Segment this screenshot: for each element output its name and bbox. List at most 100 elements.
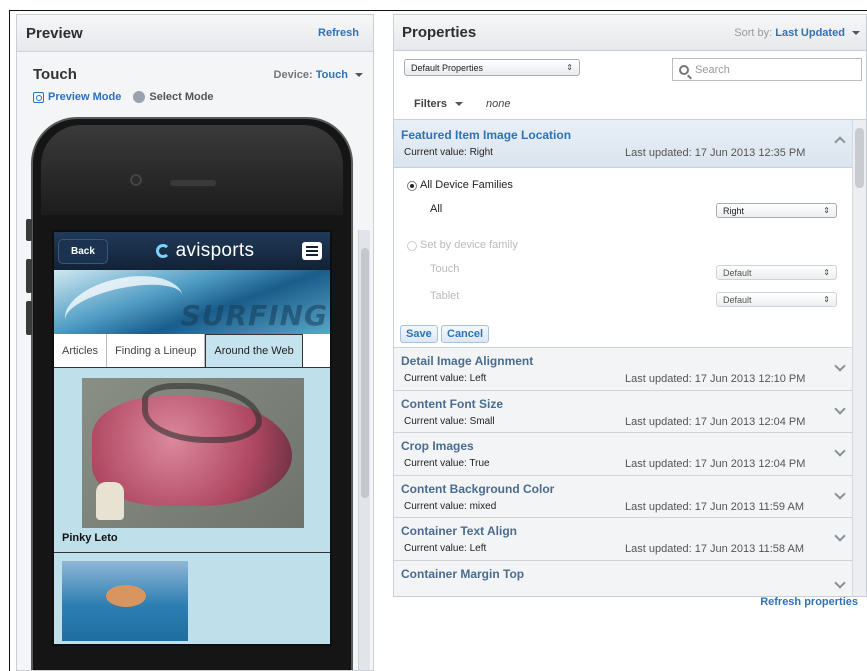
all-value-select[interactable]: Right ⇕	[716, 203, 837, 218]
property-name: Crop Images	[401, 439, 474, 453]
select-mode-icon	[133, 91, 146, 103]
all-device-families-radio[interactable]	[407, 181, 417, 191]
set-by-device-family-radio[interactable]	[407, 241, 417, 251]
tab-finding-a-lineup[interactable]: Finding a Lineup	[107, 334, 206, 367]
preview-title: Preview	[26, 24, 83, 42]
preview-mode-button[interactable]: Preview Mode	[33, 91, 121, 103]
phone-screen: Back avisports SURFING Articles Finding …	[52, 230, 332, 646]
phone-side-button	[26, 219, 32, 241]
phone-frame: Back avisports SURFING Articles Finding …	[26, 117, 353, 670]
tablet-label: Tablet	[430, 290, 460, 302]
device-label: Device:	[273, 68, 313, 81]
wave-graphic	[59, 270, 189, 334]
tablet-value-select[interactable]: Default ⇕	[716, 292, 837, 307]
divider	[54, 552, 330, 553]
property-row[interactable]: Content Background Color Current value: …	[394, 475, 852, 518]
all-value: Right	[723, 205, 745, 216]
filters-value: none	[486, 98, 511, 110]
touch-label: Touch	[430, 263, 460, 275]
properties-scroll-thumb[interactable]	[855, 128, 864, 188]
property-name: Container Text Align	[401, 524, 518, 538]
chevron-down-icon[interactable]	[834, 487, 846, 500]
property-current-value: Current value: Left	[404, 373, 487, 384]
set-by-device-family-label: Set by device family	[420, 239, 518, 251]
app-tabs: Articles Finding a Lineup Around the Web	[54, 334, 330, 368]
hero-word: SURFING	[180, 299, 328, 332]
tab-articles[interactable]: Articles	[54, 334, 108, 367]
property-last-updated: Last updated: 17 Jun 2013 12:04 PM	[625, 458, 806, 470]
search-icon	[679, 64, 689, 75]
property-name: Content Background Color	[401, 481, 555, 496]
property-last-updated: Last updated: 17 Jun 2013 12:04 PM	[625, 415, 806, 428]
back-button[interactable]: Back	[58, 238, 108, 264]
properties-scrollbar[interactable]	[852, 120, 866, 596]
refresh-link[interactable]: Refresh	[318, 27, 359, 39]
property-name: Content Font Size	[401, 396, 503, 411]
chevron-up-icon[interactable]	[834, 136, 846, 148]
select-mode-label: Select Mode	[149, 91, 214, 103]
article-image[interactable]	[82, 378, 304, 528]
select-mode-button[interactable]: Select Mode	[133, 91, 214, 103]
property-set-select[interactable]: Default Properties ⇕	[404, 59, 580, 76]
preview-header: Preview Refresh	[17, 15, 373, 52]
property-items: Featured Item Image Location Current val…	[394, 120, 852, 596]
mode-switch: Preview Mode Select Mode	[17, 83, 373, 103]
avisports-logo: avisports	[155, 240, 255, 262]
sort-value: Last Updated	[775, 26, 845, 39]
chevron-down-icon[interactable]	[834, 576, 846, 589]
property-last-updated: Last updated: 17 Jun 2013 11:59 AM	[625, 500, 804, 513]
logo-mark-icon	[155, 244, 170, 258]
property-row[interactable]: Content Font Size Current value: Small L…	[394, 390, 852, 433]
preview-scroll-thumb[interactable]	[361, 248, 369, 498]
hero-banner: SURFING	[54, 270, 330, 334]
property-row[interactable]: Container Text Align Current value: Left…	[394, 518, 852, 561]
property-set-value: Default Properties	[411, 62, 484, 73]
logo-text: avisports	[175, 240, 255, 261]
tab-around-the-web[interactable]: Around the Web	[205, 334, 303, 367]
property-row[interactable]: Container Margin Top	[394, 560, 852, 596]
filters-label: Filters	[414, 98, 448, 110]
updown-arrows-icon: ⇕	[823, 206, 830, 215]
property-last-updated: Last updated: 17 Jun 2013 12:35 PM	[625, 147, 806, 159]
article-caption[interactable]: Pinky Leto	[62, 532, 118, 544]
property-row[interactable]: Crop Images Current value: True Last upd…	[394, 433, 852, 476]
property-row-expanded[interactable]: Featured Item Image Location Current val…	[394, 120, 852, 168]
filters-dropdown[interactable]: Filters	[414, 98, 464, 110]
refresh-properties-link[interactable]: Refresh properties	[760, 596, 858, 608]
device-selector[interactable]: Device: Touch	[274, 69, 363, 81]
phone-side-button	[26, 259, 32, 293]
chevron-down-icon[interactable]	[834, 360, 846, 372]
property-last-updated: Last updated: 17 Jun 2013 11:58 AM	[625, 543, 804, 555]
chevron-down-icon[interactable]	[834, 402, 846, 415]
touch-value-select[interactable]: Default ⇕	[716, 265, 837, 280]
menu-icon[interactable]	[301, 242, 322, 260]
property-row[interactable]: Detail Image Alignment Current value: Le…	[394, 348, 852, 391]
property-last-updated: Last updated: 17 Jun 2013 12:10 PM	[625, 373, 806, 385]
preview-scrollbar[interactable]	[358, 230, 370, 670]
person-figure	[96, 482, 124, 520]
properties-toolbar: Default Properties ⇕ Search Filters none	[393, 51, 867, 119]
caret-down-icon	[852, 30, 860, 35]
article-image-surfer[interactable]	[62, 561, 188, 641]
save-button[interactable]: Save	[400, 325, 438, 343]
property-name: Featured Item Image Location	[401, 128, 572, 142]
all-device-families-label: All Device Families	[420, 179, 513, 191]
updown-arrows-icon: ⇕	[823, 295, 830, 304]
preview-mode-label: Preview Mode	[48, 91, 122, 103]
properties-panel: Properties Sort by: Last Updated Default…	[393, 14, 867, 671]
search-input[interactable]: Search	[672, 58, 862, 81]
property-current-value: Current value: Right	[404, 147, 493, 158]
earpiece	[170, 180, 216, 186]
sort-selector[interactable]: Sort by: Last Updated	[734, 27, 860, 39]
chevron-down-icon[interactable]	[834, 445, 846, 457]
chevron-down-icon[interactable]	[834, 530, 846, 542]
properties-header: Properties Sort by: Last Updated	[393, 14, 867, 51]
property-name: Container Margin Top	[401, 566, 525, 581]
property-list: Featured Item Image Location Current val…	[393, 119, 867, 597]
cancel-button[interactable]: Cancel	[441, 325, 490, 343]
properties-title: Properties	[402, 24, 477, 41]
surfer-figure	[106, 585, 146, 607]
phone-side-button	[26, 301, 32, 335]
property-current-value: Current value: Small	[404, 415, 495, 427]
all-label: All	[430, 203, 443, 215]
